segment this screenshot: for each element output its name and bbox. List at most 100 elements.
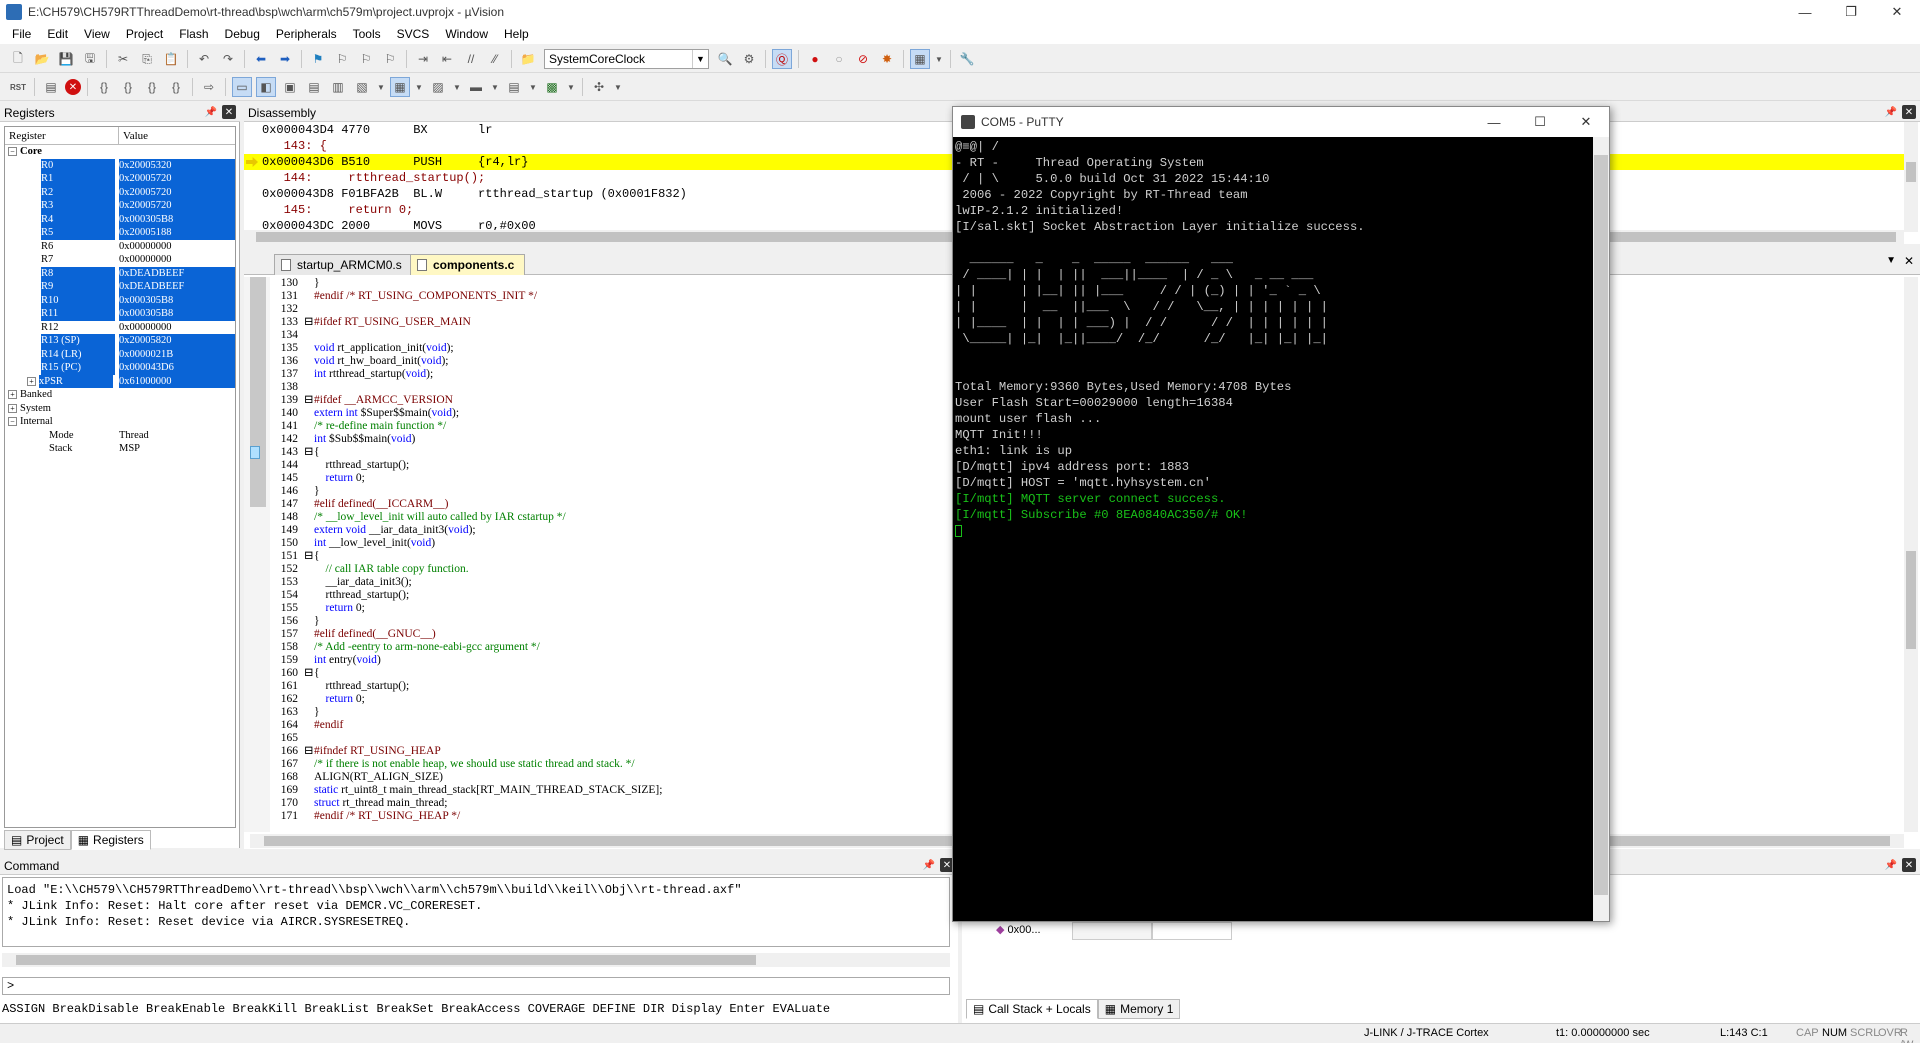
run-to-cursor-icon[interactable]: {}: [166, 77, 186, 97]
putty-title-bar[interactable]: COM5 - PuTTY — ☐ ✕: [953, 107, 1609, 137]
code-line[interactable]: 156}: [244, 615, 662, 628]
find-in-files-icon[interactable]: 📁: [518, 49, 538, 69]
register-row[interactable]: R6 0x00000000: [5, 240, 235, 254]
menu-edit[interactable]: Edit: [39, 27, 76, 41]
code-line[interactable]: 130}: [244, 277, 662, 290]
register-row[interactable]: R3 0x20005720: [5, 199, 235, 213]
fold-toggle-icon[interactable]: ⊟: [304, 667, 314, 680]
fold-toggle-icon[interactable]: ⊟: [304, 394, 314, 407]
pin-icon[interactable]: 📌: [1884, 105, 1898, 119]
code-line[interactable]: 152 // call IAR table copy function.: [244, 563, 662, 576]
close-button[interactable]: ✕: [1874, 0, 1920, 24]
save-icon[interactable]: 💾: [56, 49, 76, 69]
maximize-button[interactable]: ❐: [1828, 0, 1874, 24]
code-line[interactable]: 147 #elif defined(__ICCARM__): [244, 498, 662, 511]
putty-close-button[interactable]: ✕: [1563, 107, 1609, 137]
register-value[interactable]: 0xDEADBEEF: [119, 280, 235, 294]
code-line[interactable]: 139 ⊟#ifdef __ARMCC_VERSION: [244, 394, 662, 407]
code-line[interactable]: 148 /* __low_level_init will auto called …: [244, 511, 662, 524]
register-value[interactable]: 0xDEADBEEF: [119, 266, 235, 280]
code-line[interactable]: 136 void rt_hw_board_init(void);: [244, 355, 662, 368]
menu-tools[interactable]: Tools: [345, 27, 389, 41]
code-line[interactable]: 159 int entry(void): [244, 654, 662, 667]
reset-cpu-icon[interactable]: RST: [8, 77, 28, 97]
breakpoint-disable-all-icon[interactable]: ⊘: [853, 49, 873, 69]
menu-file[interactable]: File: [4, 27, 39, 41]
value-column-header[interactable]: Value: [119, 127, 148, 144]
register-row[interactable]: R15 (PC) 0x000043D6: [5, 361, 235, 375]
bookmark-icon[interactable]: ⚑: [308, 49, 328, 69]
register-row[interactable]: R1 0x20005720: [5, 172, 235, 186]
code-line[interactable]: 137 int rtthread_startup(void);: [244, 368, 662, 381]
putty-scrollbar[interactable]: [1593, 137, 1609, 921]
putty-maximize-button[interactable]: ☐: [1517, 107, 1563, 137]
chevron-down-icon[interactable]: ▼: [692, 50, 708, 68]
expand-icon[interactable]: +: [8, 403, 17, 413]
register-value[interactable]: 0x20005820: [119, 334, 235, 348]
wrench-icon[interactable]: 🔧: [957, 49, 977, 69]
chevron-down-icon[interactable]: ▼: [528, 77, 538, 97]
code-line[interactable]: 138: [244, 381, 662, 394]
serial-window-icon[interactable]: ▨: [428, 77, 448, 97]
code-line[interactable]: 153 __iar_data_init3();: [244, 576, 662, 589]
code-line[interactable]: 132: [244, 303, 662, 316]
collapse-icon[interactable]: −: [8, 147, 17, 157]
code-line[interactable]: 167 /* if there is not enable heap, we sh…: [244, 758, 662, 771]
bookmark-clear-icon[interactable]: ⚐: [380, 49, 400, 69]
register-value[interactable]: 0x000305B8: [119, 307, 235, 321]
find-icon[interactable]: 🔍: [715, 49, 735, 69]
breakpoint-insert-icon[interactable]: ●: [805, 49, 825, 69]
new-file-icon[interactable]: 🗋: [8, 49, 28, 69]
bookmark-next-icon[interactable]: ⚐: [356, 49, 376, 69]
comment-icon[interactable]: //: [461, 49, 481, 69]
register-row[interactable]: R14 (LR) 0x0000021B: [5, 347, 235, 361]
cut-icon[interactable]: ✂: [113, 49, 133, 69]
register-value[interactable]: 0x000305B8: [119, 293, 235, 307]
bookmark-prev-icon[interactable]: ⚐: [332, 49, 352, 69]
command-output[interactable]: Load "E:\\CH579\\CH579RTThreadDemo\\rt-t…: [2, 877, 950, 947]
stop-icon[interactable]: ✕: [65, 79, 81, 95]
code-line[interactable]: 164 #endif: [244, 719, 662, 732]
menu-svcs[interactable]: SVCS: [389, 27, 438, 41]
code-line[interactable]: 154 rtthread_startup();: [244, 589, 662, 602]
register-value[interactable]: 0x000043D6: [119, 361, 235, 375]
code-line[interactable]: 170 struct rt_thread main_thread;: [244, 797, 662, 810]
code-line[interactable]: 171 #endif /* RT_USING_HEAP */: [244, 810, 662, 823]
callstack-row[interactable]: ◆ 0x00...: [992, 922, 1232, 940]
tab-call-stack-locals[interactable]: ▤ Call Stack + Locals: [966, 999, 1098, 1019]
code-line[interactable]: 134: [244, 329, 662, 342]
register-column-header[interactable]: Register: [5, 127, 119, 144]
save-all-icon[interactable]: 🖫: [80, 49, 100, 69]
code-line[interactable]: 162 return 0;: [244, 693, 662, 706]
code-line[interactable]: 140 extern int $Super$$main(void);: [244, 407, 662, 420]
register-row[interactable]: R7 0x00000000: [5, 253, 235, 267]
register-value[interactable]: 0x20005320: [119, 158, 235, 172]
toolbox-icon[interactable]: ✣: [589, 77, 609, 97]
menu-view[interactable]: View: [76, 27, 118, 41]
register-row[interactable]: R13 (SP) 0x20005820: [5, 334, 235, 348]
watch-window-icon[interactable]: ▧: [352, 77, 372, 97]
command-input[interactable]: >: [2, 977, 950, 995]
copy-icon[interactable]: ⎘: [137, 49, 157, 69]
close-editor-icon[interactable]: ✕: [1904, 254, 1914, 268]
symbols-window-icon[interactable]: ▣: [280, 77, 300, 97]
register-value[interactable]: 0x20005188: [119, 226, 235, 240]
register-row-stack[interactable]: Stack MSP: [5, 442, 235, 456]
register-row[interactable]: R2 0x20005720: [5, 185, 235, 199]
command-window-icon[interactable]: ▭: [232, 77, 252, 97]
nav-back-icon[interactable]: ⬅: [251, 49, 271, 69]
register-row[interactable]: R12 0x00000000: [5, 321, 235, 335]
code-line[interactable]: 160 ⊟{: [244, 667, 662, 680]
fold-toggle-icon[interactable]: ⊟: [304, 550, 314, 563]
register-row[interactable]: R8 0xDEADBEEF: [5, 266, 235, 280]
register-row[interactable]: R4 0x000305B8: [5, 212, 235, 226]
code-line[interactable]: 157 #elif defined(__GNUC__): [244, 628, 662, 641]
register-row[interactable]: R9 0xDEADBEEF: [5, 280, 235, 294]
window-layout-icon[interactable]: ▦: [910, 49, 930, 69]
uncomment-icon[interactable]: ⁄⁄: [485, 49, 505, 69]
code-line[interactable]: 142 int $Sub$$main(void): [244, 433, 662, 446]
register-value[interactable]: 0x00000000: [119, 253, 235, 267]
call-stack-window-icon[interactable]: ▥: [328, 77, 348, 97]
register-value[interactable]: 0x000305B8: [119, 212, 235, 226]
close-icon[interactable]: ✕: [1902, 858, 1916, 872]
